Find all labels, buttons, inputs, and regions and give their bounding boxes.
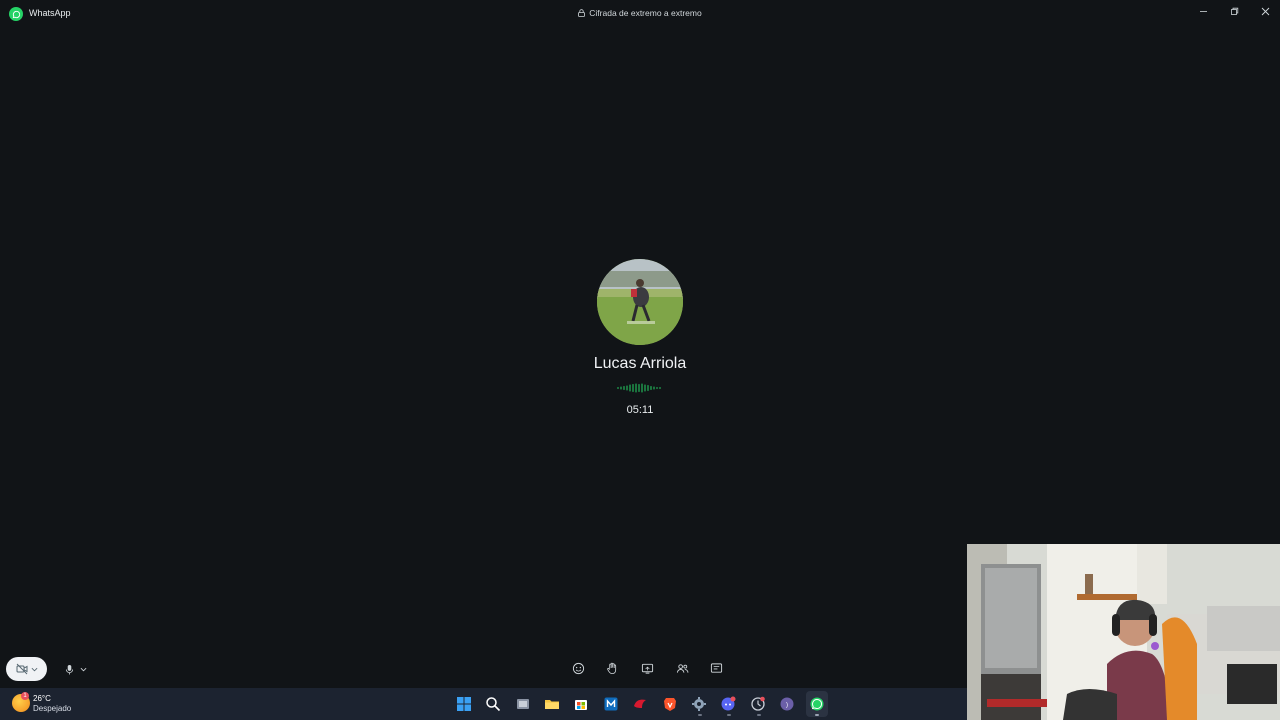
close-button[interactable] xyxy=(1250,0,1280,22)
weather-temperature[interactable]: 26°C xyxy=(33,694,51,703)
discord-icon xyxy=(721,696,736,711)
camera-off-icon xyxy=(16,663,27,675)
microphone-icon xyxy=(65,664,74,674)
caller-name: Lucas Arriola xyxy=(593,355,687,372)
camera-off-button[interactable] xyxy=(6,657,47,681)
reactions-button[interactable] xyxy=(570,660,586,676)
chevron-down-icon xyxy=(80,667,87,671)
store-button[interactable] xyxy=(572,695,590,713)
taskbar-app-button[interactable] xyxy=(749,695,767,713)
minimize-button[interactable] xyxy=(1188,0,1218,22)
gear-icon xyxy=(692,697,706,711)
participants-button[interactable] xyxy=(674,660,690,676)
webcam-overlay xyxy=(967,544,1280,720)
microphone-button[interactable] xyxy=(57,657,95,681)
task-view-button[interactable] xyxy=(514,695,532,713)
close-icon xyxy=(1261,7,1269,15)
task-view-icon xyxy=(517,699,529,709)
title-bar: WhatsApp Cifrada de extremo a extremo xyxy=(0,0,1280,28)
restore-button[interactable] xyxy=(1219,0,1249,22)
chevron-down-icon xyxy=(31,667,37,671)
running-app-indicator xyxy=(757,714,761,716)
weather-description[interactable]: Despejado xyxy=(33,704,71,713)
clock-app-icon xyxy=(751,696,765,711)
search-icon xyxy=(486,697,501,712)
caller-avatar xyxy=(597,259,683,345)
hand-icon xyxy=(606,662,616,674)
call-duration: 05:11 xyxy=(626,404,654,416)
start-button[interactable] xyxy=(455,695,473,713)
active-app-indicator xyxy=(815,714,819,716)
chat-icon xyxy=(710,662,722,673)
svg-text:): ) xyxy=(786,703,788,709)
whatsapp-taskbar-button[interactable] xyxy=(808,695,826,713)
brave-browser-button[interactable] xyxy=(661,695,679,713)
taskbar-search-button[interactable] xyxy=(484,695,502,713)
share-screen-button[interactable] xyxy=(639,660,655,676)
raise-hand-button[interactable] xyxy=(604,660,620,676)
encryption-text: Cifrada de extremo a extremo xyxy=(589,8,702,18)
lock-icon xyxy=(578,9,586,17)
taskbar-app-button[interactable]: ) xyxy=(778,695,796,713)
red-app-icon xyxy=(634,699,646,708)
audio-waveform-icon xyxy=(617,383,661,393)
brave-lion-icon xyxy=(664,698,676,711)
running-app-indicator xyxy=(698,714,702,716)
discord-button[interactable] xyxy=(719,695,737,713)
encryption-notice: Cifrada de extremo a extremo xyxy=(0,8,1280,18)
screen-share-icon xyxy=(641,663,653,674)
settings-button[interactable] xyxy=(690,695,708,713)
weather-badge: 1 xyxy=(21,692,29,700)
people-icon xyxy=(676,663,688,673)
emoji-icon xyxy=(572,662,584,674)
windows-start-icon xyxy=(457,697,471,711)
running-app-indicator xyxy=(727,714,731,716)
minimize-icon xyxy=(1199,10,1207,12)
store-icon xyxy=(575,700,587,710)
whatsapp-icon xyxy=(810,697,824,711)
taskbar-app-button[interactable] xyxy=(631,695,649,713)
file-explorer-button[interactable] xyxy=(543,695,561,713)
mic-app-icon: ) xyxy=(780,697,794,711)
folder-icon xyxy=(545,700,559,709)
app-m-icon xyxy=(604,697,618,711)
chat-button[interactable] xyxy=(708,660,724,676)
taskbar-app-button[interactable] xyxy=(602,695,620,713)
restore-icon xyxy=(1230,7,1238,15)
